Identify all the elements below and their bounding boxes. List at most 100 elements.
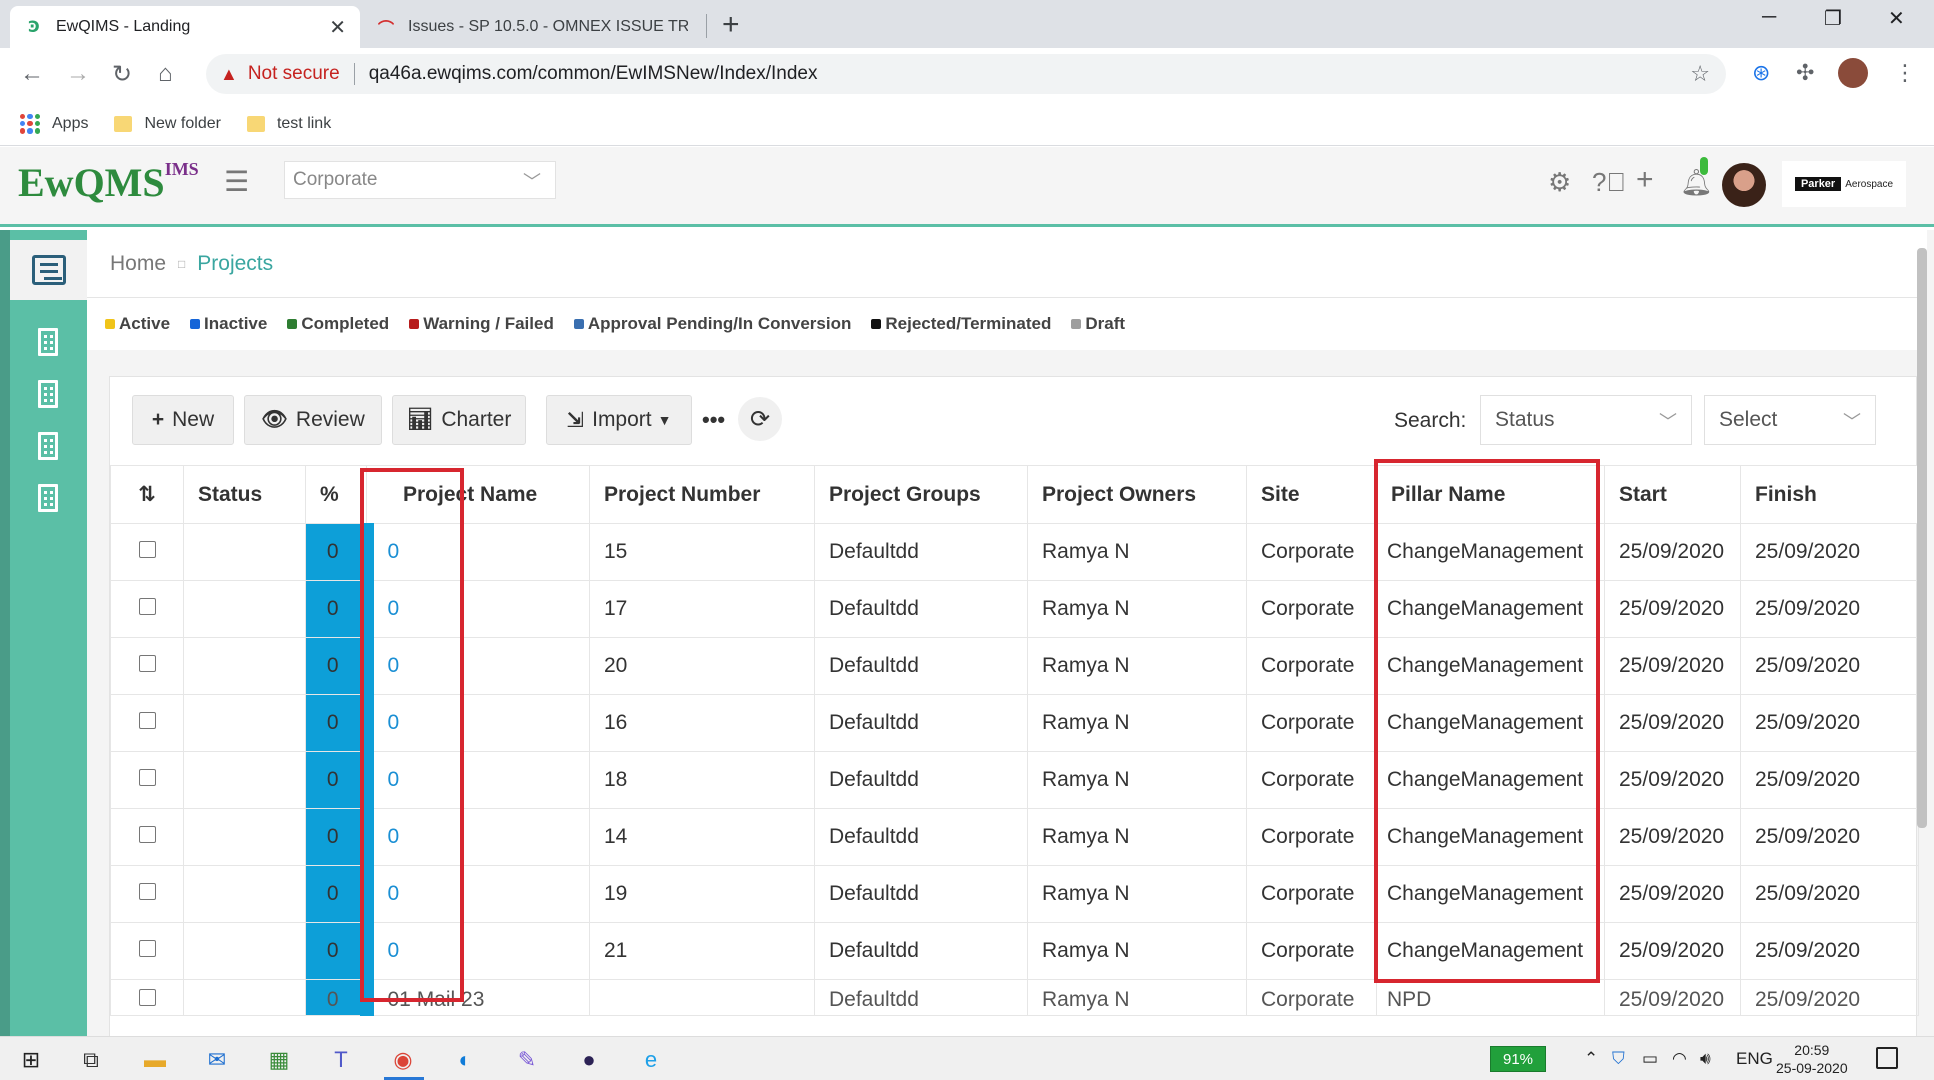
row-checkbox[interactable] [110,922,184,980]
bell-icon[interactable]: 🔔︎ [1680,167,1713,198]
table-row[interactable]: 0 0 21 Defaultdd Ramya N Corporate Chang… [110,922,1919,980]
building-icon[interactable] [38,484,58,512]
browser-menu-icon[interactable]: ⋮ [1894,60,1916,86]
cell-project-name[interactable]: 0 [359,751,590,809]
checkbox[interactable] [138,989,156,1006]
user-avatar[interactable] [1722,163,1766,207]
extensions-puzzle-icon[interactable]: ✣ [1796,60,1814,86]
reload-button[interactable]: ↻ [112,60,132,89]
building-icon[interactable] [38,380,58,408]
cell-project-name[interactable]: 01 Mail 23 [359,979,590,1016]
search-value-select[interactable]: Select ﹀ [1704,395,1876,445]
cell-project-name[interactable]: 0 [359,694,590,752]
address-bar[interactable]: ▲ Not secure qa46a.ewqims.com/common/EwI… [206,54,1726,94]
profile-avatar[interactable] [1838,58,1868,88]
cell-project-name[interactable]: 0 [359,580,590,638]
add-icon[interactable]: + [1636,163,1654,197]
vertical-scrollbar[interactable] [1917,248,1927,828]
checkbox[interactable] [138,541,156,558]
forward-button[interactable]: → [66,60,90,88]
col-site[interactable]: Site [1246,465,1377,524]
row-checkbox[interactable] [110,865,184,923]
cell-project-name[interactable]: 0 [359,523,590,581]
bookmark-star-icon[interactable]: ☆ [1690,61,1710,87]
bookmark-new-folder[interactable]: New folder [114,115,221,133]
row-checkbox[interactable] [110,523,184,581]
wifi-icon[interactable]: ◠ [1672,1049,1687,1069]
checkbox[interactable] [138,655,156,672]
sidebar-item-projects[interactable] [10,240,87,300]
bookmark-test-link[interactable]: test link [246,115,331,133]
building-icon[interactable] [38,432,58,460]
table-row[interactable]: 0 01 Mail 23 Defaultdd Ramya N Corporate… [110,979,1919,1016]
file-explorer-icon[interactable]: ▬ [140,1045,170,1075]
table-row[interactable]: 0 0 16 Defaultdd Ramya N Corporate Chang… [110,694,1919,752]
chevron-up-icon[interactable]: ⌃ [1584,1049,1598,1069]
more-options-icon[interactable]: ••• [702,407,725,433]
breadcrumb-home[interactable]: Home [110,252,166,276]
review-button[interactable]: 👁︎ Review [244,395,382,445]
teams-icon[interactable]: T [326,1045,356,1075]
sort-icon[interactable]: ⇅ [110,465,184,524]
table-row[interactable]: 0 0 18 Defaultdd Ramya N Corporate Chang… [110,751,1919,809]
checkbox[interactable] [138,883,156,900]
col-pillar-name[interactable]: Pillar Name [1376,465,1605,524]
refresh-button[interactable]: ⟳ [738,397,782,441]
edge-icon[interactable]: ◐ [450,1045,480,1075]
checkbox[interactable] [138,769,156,786]
import-button[interactable]: ⇲ Import ▼ [546,395,692,445]
row-checkbox[interactable] [110,580,184,638]
paint-icon[interactable]: ✎ [512,1045,542,1075]
building-icon[interactable] [38,328,58,356]
col-start[interactable]: Start [1604,465,1741,524]
back-button[interactable]: ← [20,60,44,88]
volume-icon[interactable]: 🔊︎ [1700,1049,1711,1069]
checkbox[interactable] [138,940,156,957]
tab-issues[interactable]: ⌒ Issues - SP 10.5.0 - OMNEX ISSUE TRACK… [362,6,702,48]
col-project-name[interactable]: Project Name [366,465,590,524]
table-row[interactable]: 0 0 19 Defaultdd Ramya N Corporate Chang… [110,865,1919,923]
tab-ewqims-landing[interactable]: Ꜿ EwQIMS - Landing ✕ [10,6,360,48]
maximize-button[interactable]: ❐ [1824,6,1842,31]
table-row[interactable]: 0 0 15 Defaultdd Ramya N Corporate Chang… [110,523,1919,581]
row-checkbox[interactable] [110,694,184,752]
checkbox[interactable] [138,826,156,843]
shield-icon[interactable]: ⛉ [1612,1049,1625,1069]
search-field-select[interactable]: Status ﹀ [1480,395,1692,445]
minimize-button[interactable]: ─ [1762,6,1776,29]
col-project-number[interactable]: Project Number [589,465,815,524]
col-status[interactable]: Status [183,465,306,524]
checkbox[interactable] [138,712,156,729]
help-icon[interactable]: ?⃝ [1592,167,1626,198]
row-checkbox[interactable] [110,808,184,866]
hamburger-menu-icon[interactable]: ☰ [224,165,249,198]
site-select[interactable]: Corporate ﹀ [284,161,556,199]
bookmark-apps[interactable]: Apps [20,113,88,134]
eclipse-icon[interactable]: ● [574,1045,604,1075]
row-checkbox[interactable] [110,979,184,1016]
language-indicator[interactable]: ENG [1736,1049,1773,1069]
chrome-icon[interactable]: ◉ [388,1045,418,1075]
charter-button[interactable]: 📊︎ Charter [392,395,526,445]
home-button[interactable]: ⌂ [158,60,173,88]
new-button[interactable]: + New [132,395,234,445]
col-finish[interactable]: Finish [1740,465,1919,524]
col-project-groups[interactable]: Project Groups [814,465,1028,524]
mail-icon[interactable]: ✉ [202,1045,232,1075]
gear-icon[interactable]: ⚙ [1548,167,1571,198]
checkbox[interactable] [138,598,156,615]
new-tab-button[interactable]: + [722,8,740,42]
cell-project-name[interactable]: 0 [359,865,590,923]
app-logo[interactable]: EwQMSIMS [18,159,199,206]
col-percent[interactable]: % [305,465,367,524]
col-project-owners[interactable]: Project Owners [1027,465,1247,524]
cell-project-name[interactable]: 0 [359,922,590,980]
battery-icon[interactable]: ▭ [1642,1049,1658,1069]
cell-project-name[interactable]: 0 [359,808,590,866]
extension-icon[interactable]: ⊛ [1752,60,1770,86]
close-tab-icon[interactable]: ✕ [329,15,346,40]
row-checkbox[interactable] [110,751,184,809]
internet-explorer-icon[interactable]: e [636,1045,666,1075]
table-row[interactable]: 0 0 14 Defaultdd Ramya N Corporate Chang… [110,808,1919,866]
spreadsheet-app-icon[interactable]: ▦ [264,1045,294,1075]
